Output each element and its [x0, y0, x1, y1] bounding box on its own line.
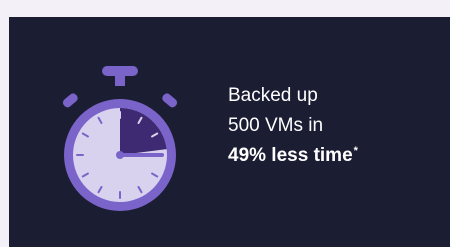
stat-highlight: 49% less time* — [228, 141, 358, 171]
stopwatch-icon — [50, 62, 200, 217]
stat-line-2: 500 VMs in — [228, 115, 324, 136]
stat-card: Backed up 500 VMs in 49% less time* — [9, 17, 450, 247]
stat-highlight-text: 49% less time — [228, 145, 353, 166]
footnote-mark: * — [353, 144, 358, 157]
stopwatch-pivot — [116, 151, 124, 159]
stopwatch-right-button — [162, 93, 178, 108]
stat-text: Backed up 500 VMs in 49% less time* — [228, 81, 358, 171]
stopwatch-left-button — [62, 93, 78, 108]
stopwatch-top-button — [102, 66, 138, 76]
stat-line-1: Backed up — [228, 85, 318, 106]
stopwatch-elapsed-wedge — [120, 108, 167, 155]
